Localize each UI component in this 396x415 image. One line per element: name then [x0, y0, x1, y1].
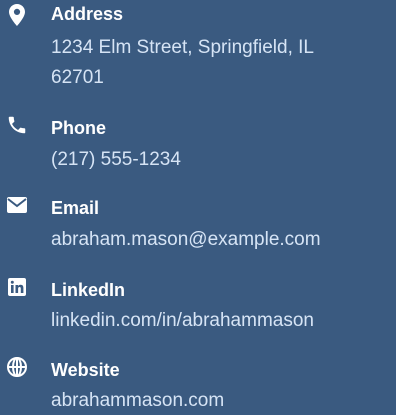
map-marker-icon	[6, 4, 28, 26]
address-label: Address	[51, 4, 124, 24]
website-link[interactable]: abrahammason.com	[51, 386, 391, 415]
address-line-2: 62701	[51, 67, 104, 88]
envelope-icon	[6, 194, 28, 216]
phone-label: Phone	[51, 118, 107, 138]
email-label: Email	[51, 198, 100, 218]
linkedin-icon	[6, 276, 28, 298]
globe-icon	[6, 356, 28, 378]
phone-icon	[6, 114, 28, 136]
linkedin-label: LinkedIn	[51, 280, 126, 300]
email-link[interactable]: abraham.mason@example.com	[51, 225, 391, 255]
address-line-1: 1234 Elm Street, Springfield, IL	[51, 37, 314, 58]
linkedin-link[interactable]: linkedin.com/in/abrahammason	[51, 306, 391, 336]
website-label: Website	[51, 360, 120, 380]
phone-link[interactable]: (217) 555-1234	[51, 145, 391, 175]
contact-list: Address 1234 Elm Street, Springfield, IL…	[0, 0, 396, 415]
